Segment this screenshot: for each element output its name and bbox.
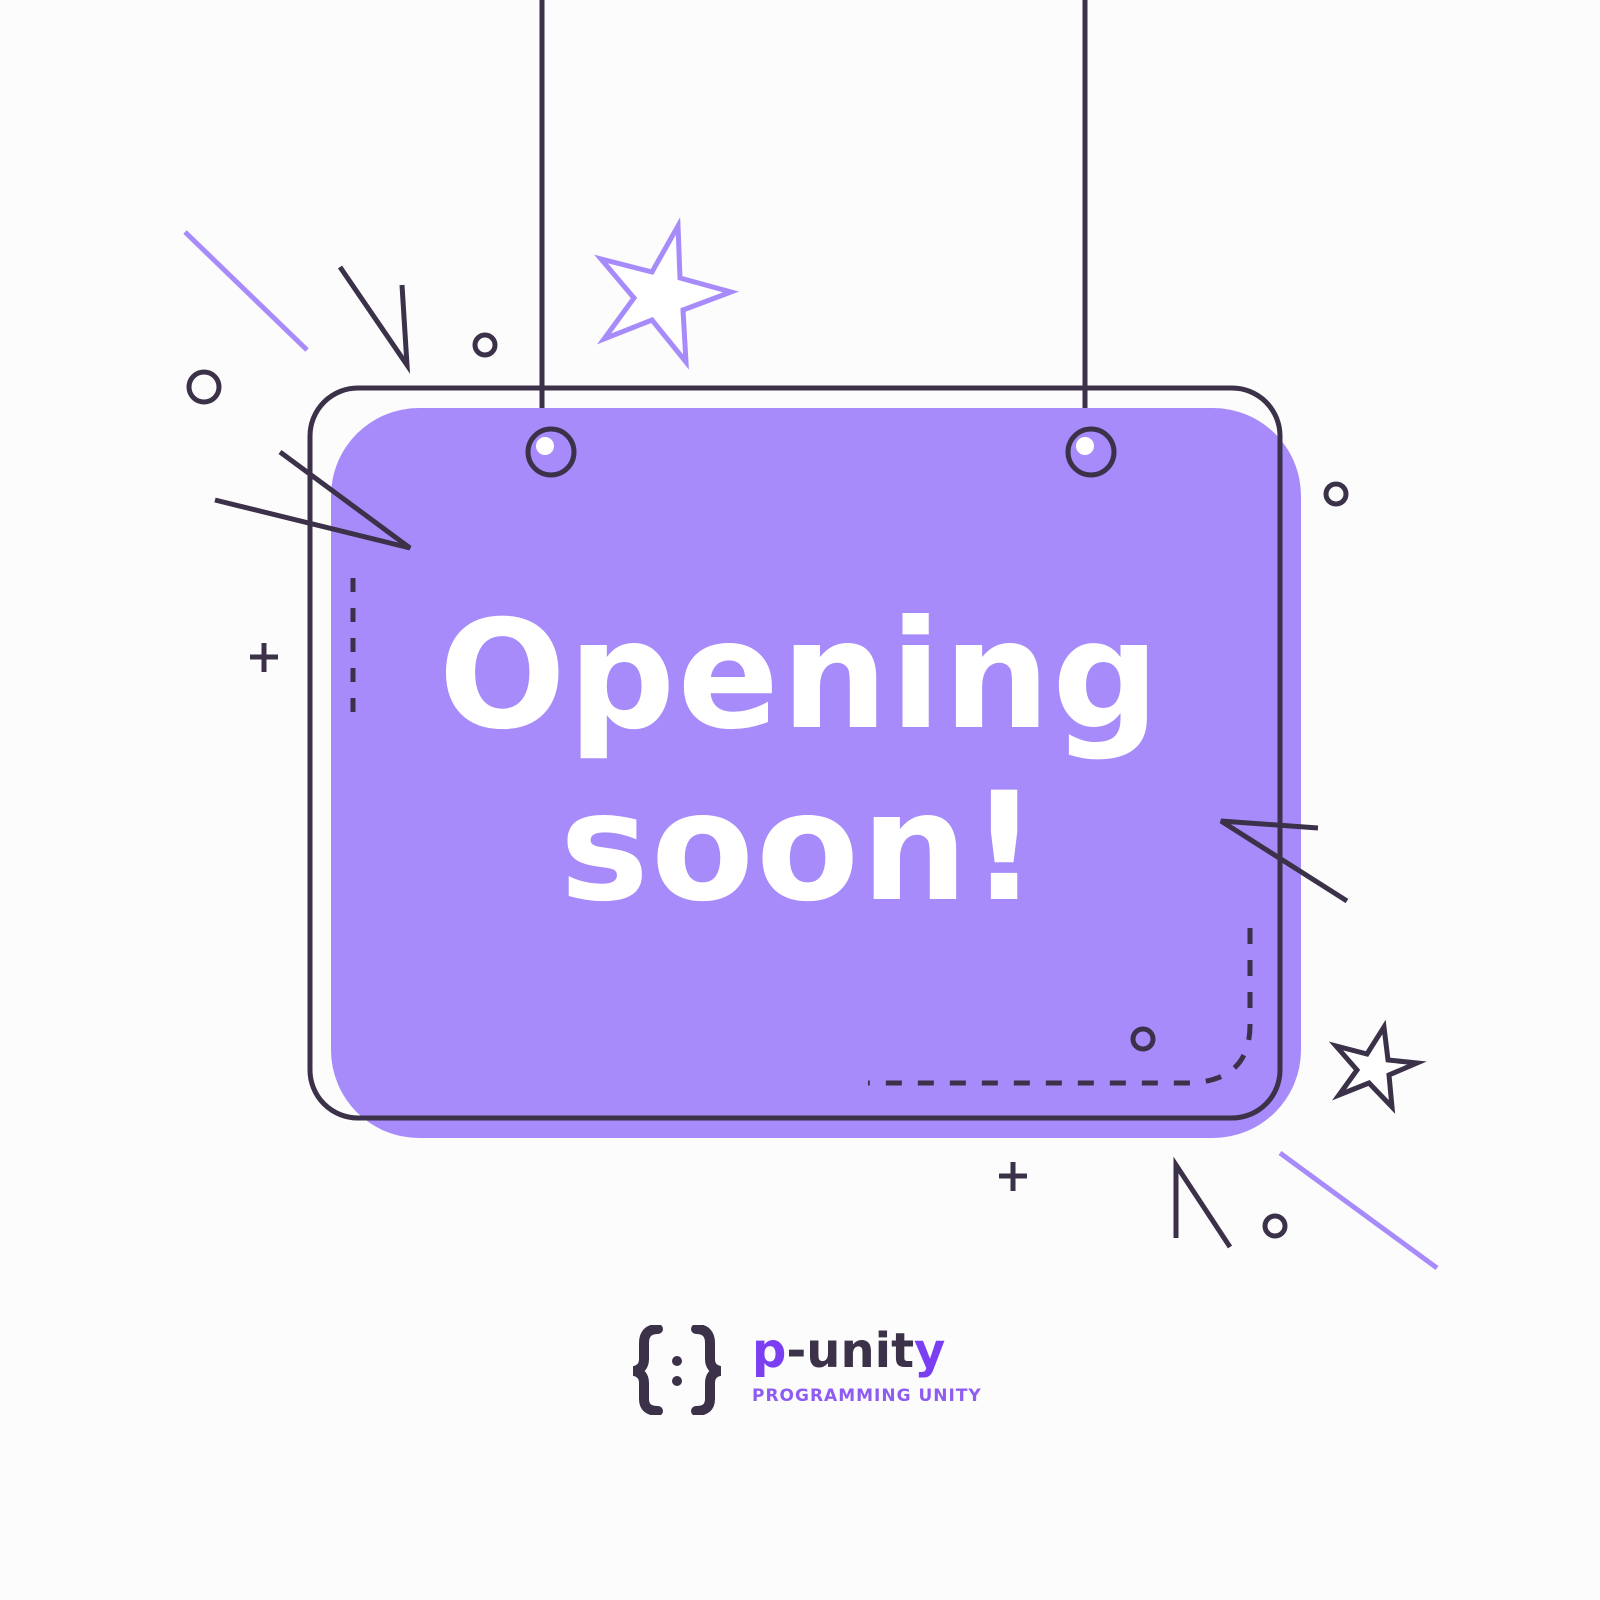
plus-left <box>250 643 278 672</box>
circle-right <box>1323 481 1349 507</box>
purple-star-icon <box>594 217 740 370</box>
brand-name-p: p <box>752 1323 787 1379</box>
spark-bottom <box>1173 1156 1233 1249</box>
headline-line-2: soon! <box>559 761 1041 935</box>
circle-top-left <box>186 369 222 405</box>
sign-headline: Opening soon! <box>330 590 1270 934</box>
purple-slash-bottom-right <box>1278 1150 1439 1271</box>
brand-logo: p-unity PROGRAMMING UNITY <box>630 1323 990 1415</box>
curly-braces-logo-icon <box>632 1325 722 1415</box>
opening-soon-poster: Opening soon! p-unity PROGRAMMING UNITY <box>0 0 1600 1600</box>
spark-top-left <box>337 265 411 374</box>
circle-bottom-right <box>1262 1213 1288 1239</box>
brand-tagline: PROGRAMMING UNITY <box>752 1386 982 1406</box>
small-circle-top <box>472 332 498 358</box>
plus-bottom <box>999 1162 1027 1191</box>
brand-name-uni: uni <box>806 1323 892 1379</box>
brand-name-dash: - <box>786 1323 807 1379</box>
purple-slash-top-left <box>183 230 309 352</box>
headline-line-1: Opening <box>438 589 1162 763</box>
brand-name-y: y <box>914 1323 946 1379</box>
brand-name: p-unity <box>752 1323 945 1379</box>
dark-star-icon <box>1328 1019 1427 1114</box>
brand-name-t: t <box>891 1323 915 1379</box>
